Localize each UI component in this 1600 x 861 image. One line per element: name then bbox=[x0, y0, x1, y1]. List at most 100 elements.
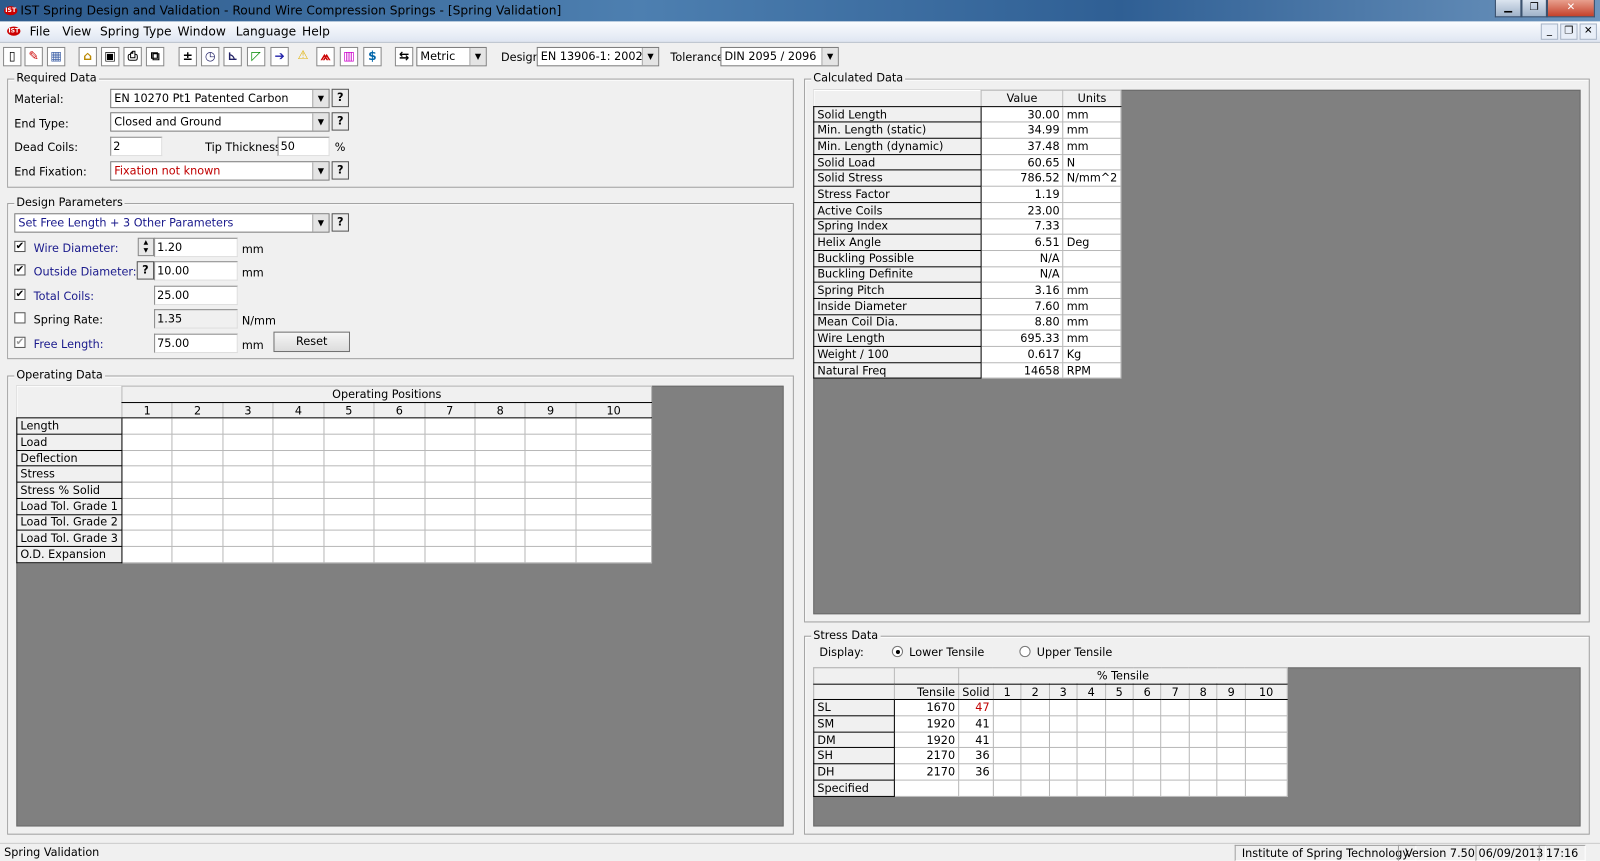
operating-cell[interactable] bbox=[373, 497, 426, 515]
operating-cell[interactable] bbox=[121, 465, 173, 483]
operating-cell[interactable] bbox=[323, 433, 375, 451]
upper-tensile-label[interactable]: Upper Tensile bbox=[1037, 646, 1113, 659]
operating-cell[interactable] bbox=[272, 529, 325, 547]
wire-diameter-input[interactable]: 1.20 bbox=[154, 237, 238, 258]
operating-cell[interactable] bbox=[171, 545, 224, 563]
operating-cell[interactable] bbox=[474, 529, 526, 547]
mdi-minimize-button[interactable]: _ bbox=[1540, 23, 1559, 40]
chart-icon[interactable]: ◸ bbox=[246, 46, 266, 67]
operating-cell[interactable] bbox=[524, 417, 577, 435]
operating-cell[interactable] bbox=[121, 481, 173, 499]
design-mode-help-button[interactable]: ? bbox=[331, 213, 349, 232]
operating-cell[interactable] bbox=[373, 465, 426, 483]
operating-cell[interactable] bbox=[222, 497, 274, 515]
mdi-restore-button[interactable]: ❐ bbox=[1560, 23, 1578, 40]
operating-cell[interactable] bbox=[575, 449, 653, 467]
end-fixation-help-button[interactable]: ? bbox=[331, 161, 349, 180]
tip-thickness-input[interactable]: 50 bbox=[277, 136, 330, 157]
total-coils-checkbox[interactable]: ✔ bbox=[14, 288, 26, 300]
graph-icon[interactable]: ⊾ bbox=[223, 46, 242, 67]
reset-button[interactable]: Reset bbox=[273, 331, 350, 353]
operating-cell[interactable] bbox=[272, 481, 325, 499]
operating-cell[interactable] bbox=[575, 513, 653, 531]
operating-cell[interactable] bbox=[272, 465, 325, 483]
operating-cell[interactable] bbox=[171, 449, 224, 467]
operating-cell[interactable] bbox=[171, 417, 224, 435]
menu-spring-type[interactable]: Spring Type bbox=[100, 24, 172, 38]
operating-cell[interactable] bbox=[424, 433, 476, 451]
operating-cell[interactable] bbox=[373, 481, 426, 499]
upper-tensile-radio[interactable] bbox=[1019, 645, 1031, 658]
operating-cell[interactable] bbox=[323, 481, 375, 499]
operating-cell[interactable] bbox=[171, 497, 224, 515]
operating-cell[interactable] bbox=[222, 433, 274, 451]
operating-cell[interactable] bbox=[474, 545, 526, 563]
operating-cell[interactable] bbox=[474, 481, 526, 499]
outside-diameter-help-button[interactable]: ? bbox=[136, 261, 155, 280]
operating-cell[interactable] bbox=[222, 529, 274, 547]
operating-cell[interactable] bbox=[373, 513, 426, 531]
design-standard-select[interactable]: EN 13906-1: 2002 ▼ bbox=[536, 46, 660, 67]
arrow-icon[interactable]: ➔ bbox=[270, 46, 289, 67]
menu-help[interactable]: Help bbox=[302, 24, 330, 38]
operating-cell[interactable] bbox=[575, 529, 653, 547]
operating-cell[interactable] bbox=[424, 481, 476, 499]
spring-icon[interactable]: ⩕ bbox=[316, 46, 335, 67]
save-icon[interactable]: ▣ bbox=[101, 46, 120, 67]
operating-cell[interactable] bbox=[575, 433, 653, 451]
material-select[interactable]: EN 10270 Pt1 Patented Carbon ▼ bbox=[110, 88, 330, 109]
cost-icon[interactable]: $ bbox=[363, 46, 382, 67]
operating-cell[interactable] bbox=[575, 497, 653, 515]
operating-cell[interactable] bbox=[424, 529, 476, 547]
operating-cell[interactable] bbox=[121, 449, 173, 467]
free-length-input[interactable]: 75.00 bbox=[154, 333, 238, 354]
operating-cell[interactable] bbox=[323, 465, 375, 483]
operating-cell[interactable] bbox=[424, 465, 476, 483]
operating-cell[interactable] bbox=[424, 417, 476, 435]
operating-cell[interactable] bbox=[222, 481, 274, 499]
operating-cell[interactable] bbox=[373, 433, 426, 451]
operating-cell[interactable] bbox=[424, 545, 476, 563]
operating-cell[interactable] bbox=[575, 545, 653, 563]
operating-cell[interactable] bbox=[222, 513, 274, 531]
outside-diameter-input[interactable]: 10.00 bbox=[154, 261, 238, 281]
edit-icon[interactable]: ✎ bbox=[24, 46, 43, 67]
close-button[interactable]: ✕ bbox=[1546, 0, 1595, 18]
operating-cell[interactable] bbox=[524, 433, 577, 451]
lower-tensile-label[interactable]: Lower Tensile bbox=[909, 646, 984, 659]
operating-cell[interactable] bbox=[474, 417, 526, 435]
menu-window[interactable]: Window bbox=[178, 24, 226, 38]
units-select[interactable]: Metric ▼ bbox=[416, 46, 487, 67]
operating-cell[interactable] bbox=[524, 513, 577, 531]
operating-cell[interactable] bbox=[222, 417, 274, 435]
operating-cell[interactable] bbox=[121, 433, 173, 451]
operating-cell[interactable] bbox=[323, 545, 375, 563]
end-fixation-select[interactable]: Fixation not known ▼ bbox=[110, 161, 330, 181]
calculator-icon[interactable]: ▦ bbox=[46, 46, 66, 67]
operating-cell[interactable] bbox=[474, 465, 526, 483]
operating-cell[interactable] bbox=[424, 497, 476, 515]
operating-cell[interactable] bbox=[524, 529, 577, 547]
open-icon[interactable]: ⌂ bbox=[78, 46, 97, 67]
operating-cell[interactable] bbox=[524, 465, 577, 483]
units-icon[interactable]: ⇆ bbox=[394, 46, 414, 67]
operating-cell[interactable] bbox=[575, 465, 653, 483]
operating-cell[interactable] bbox=[474, 433, 526, 451]
operating-cell[interactable] bbox=[272, 433, 325, 451]
outside-diameter-checkbox[interactable]: ✔ bbox=[14, 264, 26, 276]
operating-cell[interactable] bbox=[121, 529, 173, 547]
dead-coils-input[interactable]: 2 bbox=[110, 136, 163, 157]
material-help-button[interactable]: ? bbox=[331, 88, 349, 108]
operating-cell[interactable] bbox=[323, 529, 375, 547]
operating-cell[interactable] bbox=[272, 513, 325, 531]
free-length-checkbox[interactable]: ✔ bbox=[14, 336, 26, 348]
operating-cell[interactable] bbox=[171, 481, 224, 499]
new-icon[interactable]: ▯ bbox=[3, 46, 22, 67]
operating-cell[interactable] bbox=[524, 497, 577, 515]
clock-icon[interactable]: ◷ bbox=[201, 46, 220, 67]
operating-cell[interactable] bbox=[222, 465, 274, 483]
print-icon[interactable]: ⎙ bbox=[123, 46, 142, 67]
operating-cell[interactable] bbox=[524, 545, 577, 563]
operating-cell[interactable] bbox=[575, 481, 653, 499]
operating-cell[interactable] bbox=[272, 545, 325, 563]
